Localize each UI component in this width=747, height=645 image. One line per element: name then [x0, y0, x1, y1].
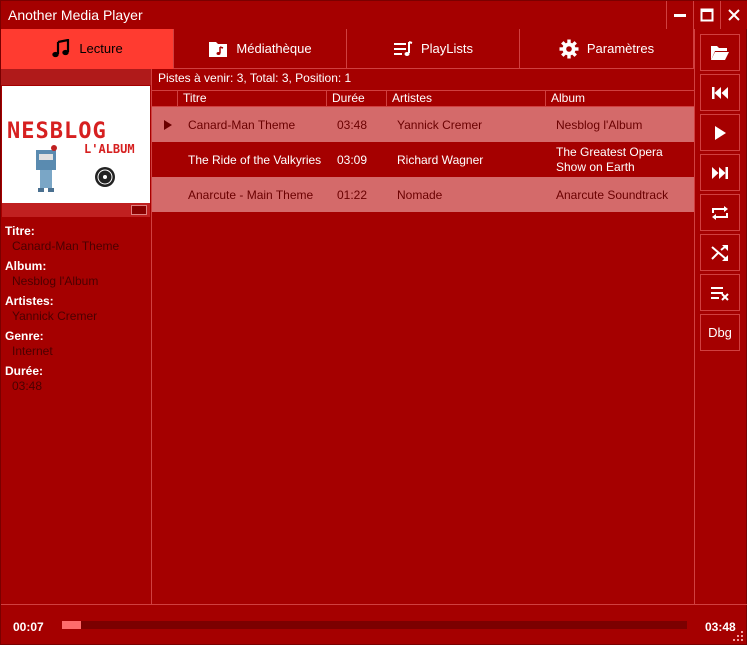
minimize-button[interactable] [666, 1, 693, 29]
detail-album-value: Nesblog l'Album [12, 274, 99, 288]
track-album-line: The Greatest Opera [556, 144, 663, 159]
play-button[interactable] [700, 114, 740, 151]
current-time: 00:07 [13, 620, 44, 634]
table-header: Titre Durée Artistes Album [152, 90, 694, 107]
debug-button[interactable]: Dbg [700, 314, 740, 351]
cd-icon [131, 205, 147, 215]
seek-bar-fill [62, 621, 81, 629]
cover-logo-text: NESBLOG [7, 119, 107, 144]
tab-lecture[interactable]: Lecture [1, 29, 174, 69]
track-duration: 03:09 [337, 152, 368, 167]
shuffle-button[interactable] [700, 234, 740, 271]
close-icon [728, 9, 740, 21]
resize-grip-icon[interactable] [733, 631, 743, 641]
track-title: Anarcute - Main Theme [188, 187, 314, 202]
play-indicator-icon [164, 119, 172, 130]
detail-artists-label: Artistes: [5, 294, 54, 308]
now-playing-marker [164, 107, 172, 142]
main-tabs: Lecture Médiathèque PlayLists Paramètres [1, 29, 694, 69]
column-header-album[interactable]: Album [545, 91, 694, 107]
tab-label: Paramètres [586, 41, 655, 56]
detail-genre-label: Genre: [5, 329, 44, 343]
skip-previous-icon [712, 86, 728, 99]
track-album-line: Show on Earth [556, 159, 635, 174]
divider [694, 29, 695, 604]
tab-mediatheque[interactable]: Médiathèque [174, 29, 347, 69]
track-artist: Nomade [397, 187, 443, 202]
next-track-button[interactable] [700, 154, 740, 191]
track-album: The Greatest Opera Show on Earth [556, 142, 663, 177]
track-artist: Yannick Cremer [397, 117, 483, 132]
divider [694, 604, 747, 605]
tab-playlists[interactable]: PlayLists [347, 29, 520, 69]
table-row[interactable]: Anarcute - Main Theme 01:22 Nomade Anarc… [152, 177, 694, 212]
track-album: Anarcute Soundtrack [556, 187, 669, 202]
column-header-artists[interactable]: Artistes [386, 91, 545, 107]
tab-label: Lecture [79, 41, 123, 56]
cover-footer [2, 203, 150, 217]
track-duration: 03:48 [337, 117, 368, 132]
track-album: Nesblog l'Album [556, 117, 643, 132]
track-artist: Richard Wagner [397, 152, 484, 167]
detail-artists-value: Yannick Cremer [12, 309, 98, 323]
detail-title-value: Canard-Man Theme [12, 239, 120, 253]
album-cover: NESBLOG L'ALBUM [2, 86, 150, 203]
open-folder-button[interactable] [700, 34, 740, 71]
skip-next-icon [712, 166, 728, 179]
divider [1, 604, 152, 605]
track-details: Titre: Canard-Man Theme Album: Nesblog l… [5, 224, 149, 399]
debug-label: Dbg [708, 325, 732, 340]
playlist-icon [393, 40, 413, 56]
divider [152, 604, 694, 605]
close-button[interactable] [720, 1, 747, 29]
music-note-icon [52, 38, 70, 57]
title-bar: Another Media Player [1, 1, 747, 29]
column-header-duration[interactable]: Durée [326, 91, 386, 107]
app-title: Another Media Player [8, 7, 143, 23]
maximize-icon [700, 8, 714, 22]
minimize-icon [674, 14, 686, 17]
table-row[interactable]: Canard-Man Theme 03:48 Yannick Cremer Ne… [152, 107, 694, 142]
play-icon [715, 125, 726, 140]
gear-icon [559, 39, 579, 58]
column-header-title[interactable]: Titre [177, 91, 326, 107]
track-table: Titre Durée Artistes Album Canard-Man Th… [152, 90, 694, 212]
panel-header-strip [1, 69, 151, 85]
tab-label: PlayLists [420, 41, 474, 56]
music-folder-icon [209, 41, 228, 57]
track-duration: 01:22 [337, 187, 368, 202]
track-title: Canard-Man Theme [188, 117, 296, 132]
repeat-button[interactable] [700, 194, 740, 231]
mascot-icon [36, 145, 57, 192]
table-row[interactable]: The Ride of the Valkyries 03:09 Richard … [152, 142, 694, 177]
main-window: Another Media Player Lecture Médiathèque… [0, 0, 747, 645]
previous-track-button[interactable] [700, 74, 740, 111]
shuffle-icon [711, 244, 728, 261]
tab-label: Médiathèque [236, 41, 312, 56]
detail-title-label: Titre: [5, 224, 35, 238]
repeat-icon [712, 205, 728, 220]
cover-logo-subtitle: L'ALBUM [84, 142, 135, 156]
seek-bar[interactable] [62, 621, 687, 629]
detail-duration-value: 03:48 [12, 379, 43, 393]
detail-genre-value: Internet [12, 344, 53, 358]
queue-status: Pistes à venir: 3, Total: 3, Position: 1 [158, 71, 352, 85]
track-title: The Ride of the Valkyries [188, 152, 322, 167]
vinyl-logo-icon [95, 167, 115, 187]
total-time: 03:48 [705, 620, 736, 634]
maximize-button[interactable] [693, 1, 720, 29]
tab-parametres[interactable]: Paramètres [520, 29, 694, 69]
clear-playlist-icon [711, 286, 729, 301]
detail-duration-label: Durée: [5, 364, 44, 378]
now-playing-panel: NESBLOG L'ALBUM Titre: Canard-Man Theme … [1, 69, 152, 604]
open-folder-icon [711, 45, 729, 60]
clear-queue-button[interactable] [700, 274, 740, 311]
detail-album-label: Album: [5, 259, 47, 273]
